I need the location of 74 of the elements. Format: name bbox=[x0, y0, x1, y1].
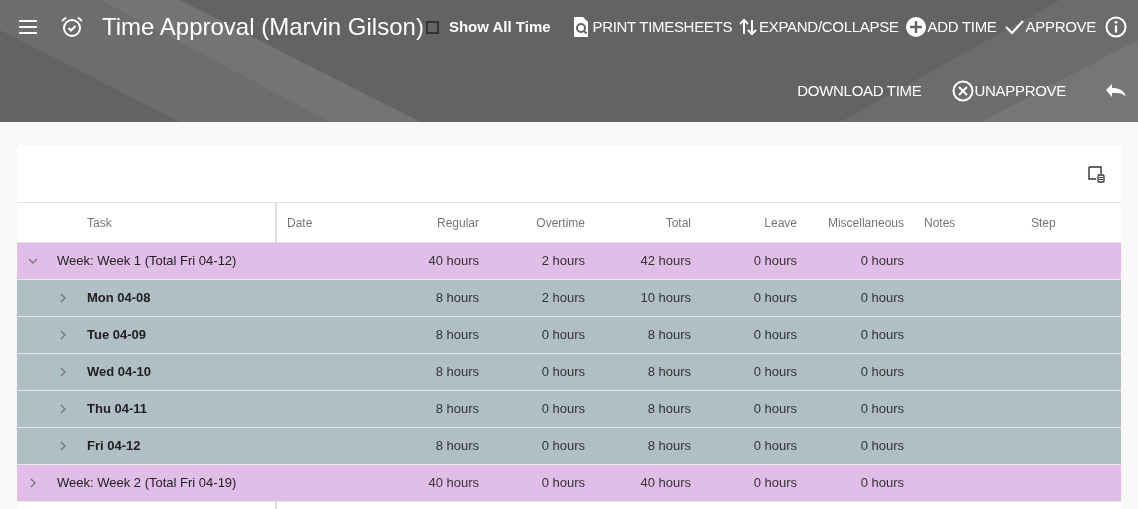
day-row[interactable]: Fri 04-12 8 hours 0 hours 8 hours 0 hours 0 hours bbox=[17, 428, 1121, 465]
page-title: Time Approval (Marvin Gilson) bbox=[102, 12, 424, 42]
week-row[interactable]: Week: Week 2 (Total Fri 04-19) 40 hours 0 hours 40 hours 0 hours 0 hours bbox=[17, 465, 1121, 502]
table-cell-text: 0 hours bbox=[541, 474, 585, 493]
table-cell-text: 0 hours bbox=[860, 474, 904, 493]
week-row[interactable]: Week: Week 1 (Total Fri 04-12) 40 hours 2 hours 42 hours 0 hours 0 hours bbox=[17, 243, 1121, 280]
column-header[interactable]: Notes bbox=[924, 213, 956, 232]
table-cell-text: 40 hours bbox=[428, 474, 479, 493]
task-cell-text: Week: Week 2 (Total Fri 04-19) bbox=[57, 474, 237, 493]
column-header[interactable]: Task bbox=[87, 213, 112, 232]
table-cell-text: 2 hours bbox=[541, 252, 585, 271]
table-cell-text: 0 hours bbox=[541, 326, 585, 345]
table-cell-text: 8 hours bbox=[647, 363, 691, 382]
table-cell-text: 0 hours bbox=[541, 363, 585, 382]
checkbox-label: Show All Time bbox=[448, 16, 551, 37]
task-cell-text: Mon 04-08 bbox=[87, 289, 151, 308]
day-row[interactable]: Thu 04-11 8 hours 0 hours 8 hours 0 hours 0 hours bbox=[17, 391, 1121, 428]
toolbar-button[interactable]: PRINT TIMESHEETS bbox=[571, 15, 733, 39]
table-cell-text: 0 hours bbox=[541, 400, 585, 419]
table-cell-text: 0 hours bbox=[860, 252, 904, 271]
toolbar-button[interactable]: UNAPPROVE bbox=[951, 79, 1066, 103]
table-cell-text: 8 hours bbox=[435, 363, 479, 382]
show-all-time-checkbox[interactable] bbox=[425, 20, 439, 34]
column-header[interactable]: Total bbox=[665, 213, 691, 232]
table-cell-text: 2 hours bbox=[541, 289, 585, 308]
alarm-clock-icon bbox=[60, 15, 84, 39]
table-cell-text: 8 hours bbox=[647, 326, 691, 345]
task-cell-text: Fri 04-12 bbox=[87, 437, 141, 456]
table-cell-text: 0 hours bbox=[753, 252, 797, 271]
menu-icon[interactable] bbox=[18, 19, 38, 35]
table-cell-text: 8 hours bbox=[435, 289, 479, 308]
table-cell-text: 0 hours bbox=[753, 326, 797, 345]
column-chooser-icon[interactable] bbox=[1087, 164, 1105, 183]
column-header[interactable]: Leave bbox=[764, 213, 797, 232]
task-cell-text: Thu 04-11 bbox=[87, 400, 147, 419]
table-cell-text: 40 hours bbox=[640, 474, 691, 493]
table-cell-text: 8 hours bbox=[435, 400, 479, 419]
table-cell-text: 10 hours bbox=[640, 289, 691, 308]
table-cell-text: 8 hours bbox=[647, 437, 691, 456]
table-cell-text: 0 hours bbox=[860, 289, 904, 308]
task-cell-text: Tue 04-09 bbox=[87, 326, 146, 345]
column-header[interactable]: Overtime bbox=[536, 213, 585, 232]
table-cell-text: 0 hours bbox=[753, 400, 797, 419]
toolbar-button[interactable]: DOWNLOAD TIME bbox=[797, 79, 922, 103]
column-header[interactable]: Date bbox=[287, 213, 313, 232]
table-cell-text: 0 hours bbox=[860, 437, 904, 456]
add-circle-icon bbox=[904, 16, 927, 38]
table-cell-text: 42 hours bbox=[640, 252, 691, 271]
day-row[interactable]: Tue 04-09 8 hours 0 hours 8 hours 0 hours 0 hours bbox=[17, 317, 1121, 354]
day-row[interactable]: Mon 04-08 8 hours 2 hours 10 hours 0 hours 0 hours bbox=[17, 280, 1121, 317]
toolbar-button[interactable]: ADD TIME bbox=[904, 15, 997, 39]
table-cell-text: 0 hours bbox=[860, 326, 904, 345]
info-icon[interactable] bbox=[1104, 15, 1128, 39]
table-cell-text: 0 hours bbox=[860, 400, 904, 419]
table-cell-text: 8 hours bbox=[435, 437, 479, 456]
toolbar-button[interactable]: EXPAND/COLLAPSE bbox=[738, 15, 899, 39]
column-header[interactable]: Regular bbox=[436, 213, 479, 232]
day-row[interactable]: Wed 04-10 8 hours 0 hours 8 hours 0 hours 0 hours bbox=[17, 354, 1121, 391]
table-cell-text: 0 hours bbox=[753, 474, 797, 493]
up-down-arrows-icon bbox=[738, 16, 759, 38]
cancel-circle-icon bbox=[951, 80, 974, 102]
column-header[interactable]: Step bbox=[1031, 213, 1056, 232]
table-cell-text: 0 hours bbox=[753, 437, 797, 456]
toolbar-button[interactable]: APPROVE bbox=[1002, 15, 1096, 39]
table-cell-text: 40 hours bbox=[428, 252, 479, 271]
table-cell-text: 0 hours bbox=[541, 437, 585, 456]
task-cell-text: Wed 04-10 bbox=[87, 363, 152, 382]
table-cell-text: 0 hours bbox=[860, 363, 904, 382]
table-cell-text: 8 hours bbox=[647, 400, 691, 419]
table-cell-text: 0 hours bbox=[753, 289, 797, 308]
column-header[interactable]: Miscellaneous bbox=[827, 213, 904, 232]
table-cell-text: 0 hours bbox=[753, 363, 797, 382]
task-cell-text: Week: Week 1 (Total Fri 04-12) bbox=[57, 252, 237, 271]
table-cell-text: 8 hours bbox=[435, 326, 479, 345]
